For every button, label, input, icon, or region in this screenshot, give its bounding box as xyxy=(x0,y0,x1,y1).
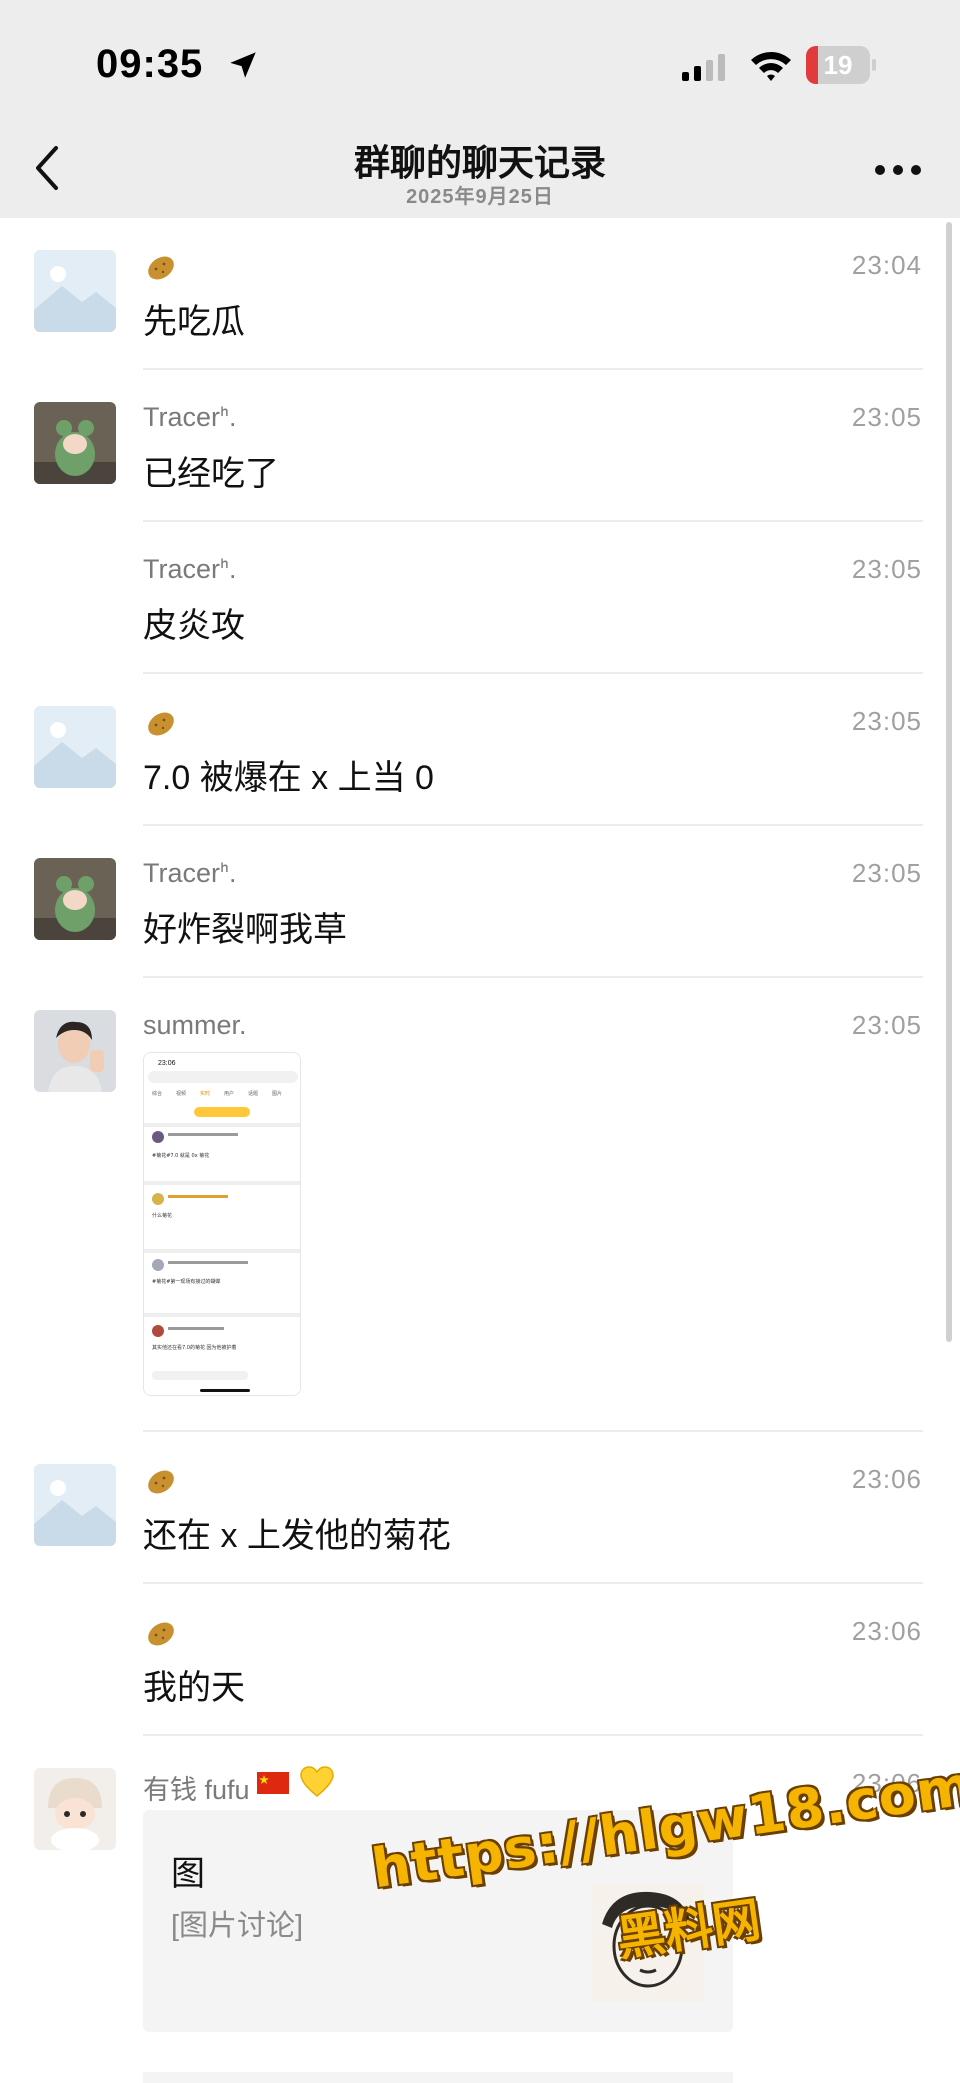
sender-name: Tracerᑋ. xyxy=(143,402,237,432)
avatar[interactable] xyxy=(34,1010,116,1092)
wifi-icon xyxy=(751,52,791,81)
sender-name: Tracerᑋ. xyxy=(143,858,237,888)
screenshot-post: 其实他还在看7.0的菊花 因为他被护着 xyxy=(152,1344,237,1351)
potato-emoji-icon xyxy=(148,712,174,736)
screenshot-post: #菊花#7.0 就是 0x 菊花 xyxy=(152,1152,209,1159)
avatar[interactable] xyxy=(34,858,116,940)
battery-indicator: 19 xyxy=(806,46,876,84)
avatar[interactable] xyxy=(34,1464,116,1546)
frog-plush-avatar-icon xyxy=(34,402,116,484)
message-text[interactable]: 先吃瓜 xyxy=(143,294,245,343)
message-time: 23:05 xyxy=(851,402,922,432)
potato-emoji-icon xyxy=(148,1622,174,1646)
cellular-signal-icon xyxy=(682,54,725,81)
sender-name: Tracerᑋ. xyxy=(143,554,237,584)
avatar[interactable] xyxy=(34,402,116,484)
avatar[interactable] xyxy=(34,1768,116,1850)
screenshot-tab: 用户 xyxy=(224,1090,234,1097)
card-subtitle: [图片讨论] xyxy=(171,1910,304,1942)
message-text[interactable]: 已经吃了 xyxy=(143,446,279,495)
message-time: 23:04 xyxy=(851,250,922,280)
message-time: 23:05 xyxy=(851,858,922,888)
knit-hat-doll-avatar-icon xyxy=(34,1768,116,1850)
location-arrow-icon xyxy=(230,52,256,78)
header-bar: 09:35 19 群聊的聊天记录 2025年9月25日 xyxy=(0,0,960,218)
image-placeholder-icon xyxy=(34,1464,116,1546)
china-flag-icon xyxy=(257,1772,289,1794)
frog-plush-avatar-icon xyxy=(34,858,116,940)
card-title: 图 xyxy=(171,1855,205,1893)
person-photo-avatar-icon xyxy=(34,1010,116,1092)
potato-emoji-icon xyxy=(148,1470,174,1494)
message-text[interactable]: 我的天 xyxy=(143,1660,245,1709)
page-date: 2025年9月25日 xyxy=(406,186,554,208)
message-text[interactable]: 皮炎攻 xyxy=(143,598,245,647)
potato-emoji-icon xyxy=(148,256,174,280)
message-text[interactable]: 还在 x 上发他的菊花 xyxy=(143,1508,451,1557)
next-card-peek xyxy=(143,2072,733,2083)
screenshot-tab: 综合 xyxy=(152,1090,162,1097)
screenshot-post: #菊花#第一现场有接过的蝴蝶 xyxy=(152,1278,220,1285)
screenshot-tab: 话题 xyxy=(248,1090,258,1097)
battery-level: 19 xyxy=(823,50,853,80)
avatar[interactable] xyxy=(34,706,116,788)
image-message[interactable]: 23:06 综合 视频 实时 用户 话题 图片 #菊花#7.0 就是 0x 菊花… xyxy=(143,1052,301,1396)
message-time: 23:06 xyxy=(851,1464,922,1494)
avatar[interactable] xyxy=(34,250,116,332)
image-placeholder-icon xyxy=(34,250,116,332)
image-placeholder-icon xyxy=(34,706,116,788)
message-text[interactable]: 好炸裂啊我草 xyxy=(143,902,347,951)
yellow-heart-icon xyxy=(300,1766,334,1797)
sender-name: 有钱 fufu xyxy=(143,1775,250,1805)
status-time: 09:35 xyxy=(96,42,204,86)
screenshot-time: 23:06 xyxy=(158,1060,176,1067)
screenshot-tab: 实时 xyxy=(200,1090,210,1097)
screenshot-tab: 图片 xyxy=(272,1090,282,1097)
weibo-search-screenshot: 23:06 综合 视频 实时 用户 话题 图片 #菊花#7.0 就是 0x 菊花… xyxy=(144,1053,300,1395)
screenshot-tab: 视频 xyxy=(176,1090,186,1097)
message-time: 23:05 xyxy=(851,706,922,736)
screenshot-post: 什么菊花 xyxy=(152,1212,172,1219)
message-text[interactable]: 7.0 被爆在 x 上当 0 xyxy=(143,750,434,799)
scrollbar[interactable] xyxy=(946,222,952,1342)
message-time: 23:05 xyxy=(851,554,922,584)
message-time: 23:05 xyxy=(851,1010,922,1040)
message-time: 23:06 xyxy=(851,1616,922,1646)
more-options-icon[interactable] xyxy=(874,164,922,176)
sender-name: summer. xyxy=(143,1010,247,1040)
page-title: 群聊的聊天记录 xyxy=(353,142,606,183)
